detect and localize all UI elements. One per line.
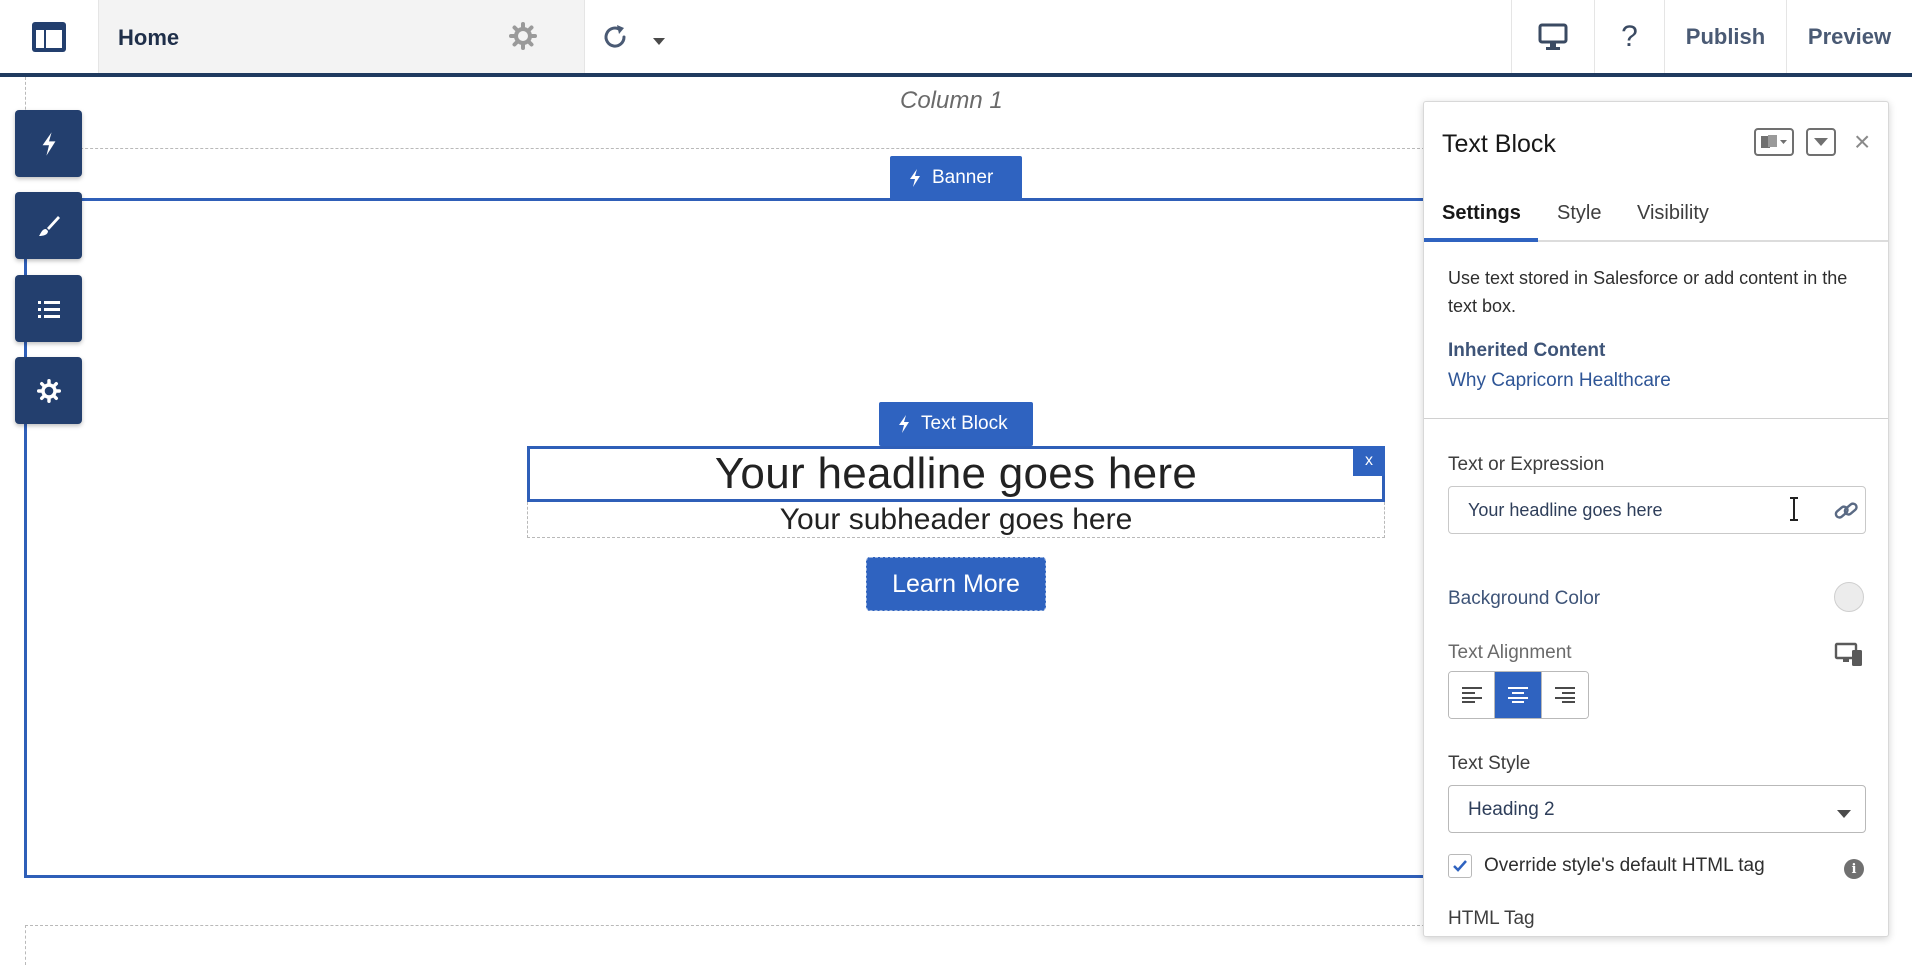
next-section-outline <box>25 925 1425 965</box>
column-outline <box>25 77 1425 149</box>
gear-icon[interactable] <box>509 22 537 55</box>
align-right-icon <box>1554 687 1575 703</box>
html-tag-label: HTML Tag <box>1448 908 1535 929</box>
align-center-button[interactable] <box>1495 672 1542 718</box>
text-style-select[interactable]: Heading 2 <box>1448 785 1866 833</box>
lightning-icon <box>42 131 55 156</box>
panel-title: Text Block <box>1442 130 1556 158</box>
checkmark-icon <box>1453 860 1467 872</box>
preview-button[interactable]: Preview <box>1786 0 1912 73</box>
text-cursor-icon <box>1788 496 1800 527</box>
banner-component[interactable] <box>24 198 1464 878</box>
tab-visibility[interactable]: Visibility <box>1637 202 1709 225</box>
align-right-button[interactable] <box>1541 672 1588 718</box>
theme-button[interactable] <box>15 192 82 259</box>
text-expression-label: Text or Expression <box>1448 454 1605 475</box>
inherited-content-link[interactable]: Why Capricorn Healthcare <box>1448 370 1671 392</box>
headline-text-block[interactable]: Your headline goes here x <box>527 446 1385 502</box>
settings-button[interactable] <box>15 357 82 424</box>
inherited-content-title: Inherited Content <box>1448 340 1606 361</box>
gear-icon <box>36 378 61 403</box>
banner-tag-label: Banner <box>932 167 994 188</box>
subheader: Your subheader goes here <box>779 502 1133 536</box>
column-label: Column 1 <box>900 87 1003 114</box>
panel-tabs: Settings Style Visibility <box>1424 190 1888 242</box>
subheader-text-block[interactable]: Your subheader goes here <box>527 502 1385 538</box>
text-alignment-group <box>1448 671 1589 719</box>
text-block-tag-label: Text Block <box>921 413 1008 434</box>
text-block-tag[interactable]: Text Block <box>879 402 1033 446</box>
align-center-icon <box>1508 687 1529 703</box>
publish-button[interactable]: Publish <box>1664 0 1786 73</box>
lightning-icon <box>899 415 909 433</box>
desktop-monitor-icon[interactable] <box>1511 0 1594 73</box>
chevron-down-icon <box>1836 806 1852 824</box>
close-icon[interactable]: × <box>1854 126 1870 158</box>
components-button[interactable] <box>15 110 82 177</box>
brush-icon <box>38 215 60 236</box>
text-style-value: Heading 2 <box>1468 799 1555 820</box>
background-color-swatch[interactable] <box>1834 582 1864 612</box>
layout-icon[interactable] <box>0 0 98 73</box>
list-icon <box>37 300 60 318</box>
text-style-label: Text Style <box>1448 753 1531 774</box>
panel-description: Use text stored in Salesforce or add con… <box>1448 268 1848 316</box>
info-icon[interactable]: i <box>1844 859 1864 879</box>
align-left-button[interactable] <box>1449 672 1496 718</box>
tab-style[interactable]: Style <box>1557 202 1601 225</box>
help-icon[interactable]: ? <box>1594 0 1664 73</box>
lightning-icon <box>910 169 920 187</box>
text-alignment-label: Text Alignment <box>1448 642 1572 663</box>
page-structure-button[interactable] <box>15 275 82 342</box>
cards-menu-icon[interactable] <box>1754 128 1794 156</box>
override-tag-checkbox[interactable] <box>1448 854 1472 878</box>
close-icon[interactable]: x <box>1353 446 1385 476</box>
property-panel: Text Block × Settings Style Visibility U… <box>1423 101 1889 937</box>
text-expression-field[interactable]: Your headline goes here <box>1448 486 1866 534</box>
background-color-label: Background Color <box>1448 588 1601 609</box>
device-settings-icon[interactable] <box>1834 642 1864 673</box>
tab-settings[interactable]: Settings <box>1442 202 1521 225</box>
text-expression-value: Your headline goes here <box>1468 500 1663 520</box>
refresh-icon[interactable] <box>600 22 630 57</box>
chevron-down-icon[interactable] <box>652 33 666 51</box>
learn-more-button[interactable]: Learn More <box>866 557 1046 611</box>
active-tab-indicator <box>1424 238 1538 242</box>
top-bar: Home ? Publish Preview <box>0 0 1912 77</box>
chevron-down-icon[interactable] <box>1806 128 1836 156</box>
headline: Your headline goes here <box>714 449 1198 498</box>
link-icon[interactable] <box>1833 499 1859 528</box>
banner-tag[interactable]: Banner <box>890 156 1022 200</box>
page-name: Home <box>118 25 180 50</box>
align-left-icon <box>1461 687 1482 703</box>
override-tag-label: Override style's default HTML tag <box>1484 855 1765 876</box>
page-selector[interactable]: Home <box>98 0 665 73</box>
divider <box>1424 418 1888 419</box>
